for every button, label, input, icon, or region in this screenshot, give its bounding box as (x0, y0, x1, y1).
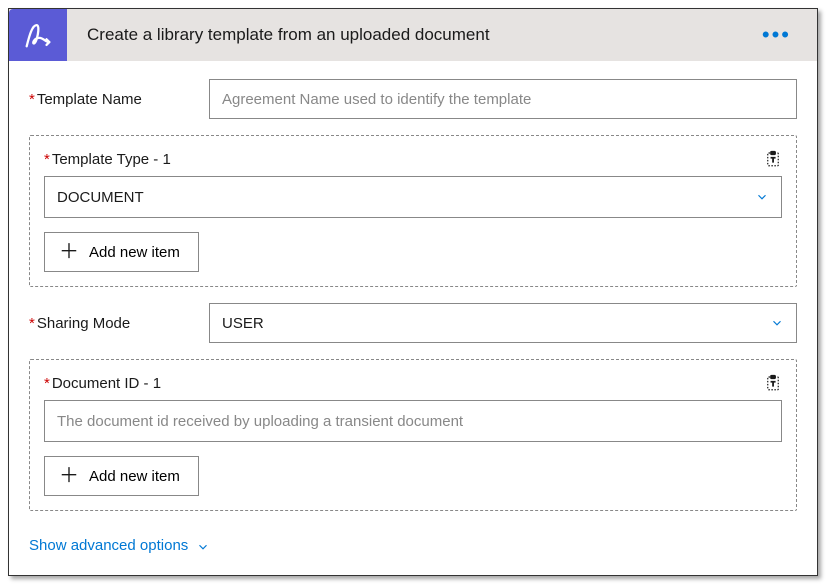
chevron-down-icon (196, 540, 210, 554)
template-name-row: *Template Name (29, 79, 797, 119)
sharing-mode-row: *Sharing Mode USER (29, 303, 797, 343)
sharing-mode-select[interactable]: USER (209, 303, 797, 343)
template-name-input[interactable] (209, 79, 797, 119)
svg-text:T: T (771, 381, 775, 388)
add-document-id-button[interactable]: ＋ Add new item (44, 456, 199, 496)
document-id-group: *Document ID - 1 T ＋ Add new item (29, 359, 797, 511)
add-template-type-button[interactable]: ＋ Add new item (44, 232, 199, 272)
document-id-input[interactable] (44, 400, 782, 442)
template-type-group: *Template Type - 1 T DOCUMENT ＋ Add new … (29, 135, 797, 287)
card-title: Create a library template from an upload… (67, 25, 756, 45)
chevron-down-icon (755, 190, 769, 204)
plus-icon: ＋ (59, 466, 79, 486)
show-advanced-options-link[interactable]: Show advanced options (29, 537, 210, 554)
dynamic-content-icon[interactable]: T (764, 374, 782, 392)
action-card: Create a library template from an upload… (8, 8, 818, 576)
template-name-label: *Template Name (29, 91, 209, 108)
chevron-down-icon (770, 316, 784, 330)
card-header: Create a library template from an upload… (9, 9, 817, 61)
adobe-sign-icon (9, 9, 67, 61)
document-id-label: *Document ID - 1 (44, 375, 161, 392)
more-options-button[interactable]: ••• (756, 29, 797, 41)
template-type-select[interactable]: DOCUMENT (44, 176, 782, 218)
dynamic-content-icon[interactable]: T (764, 150, 782, 168)
sharing-mode-label: *Sharing Mode (29, 315, 209, 332)
template-type-label: *Template Type - 1 (44, 151, 171, 168)
plus-icon: ＋ (59, 242, 79, 262)
card-body: *Template Name *Template Type - 1 T DOCU… (9, 61, 817, 575)
svg-text:T: T (771, 157, 775, 164)
